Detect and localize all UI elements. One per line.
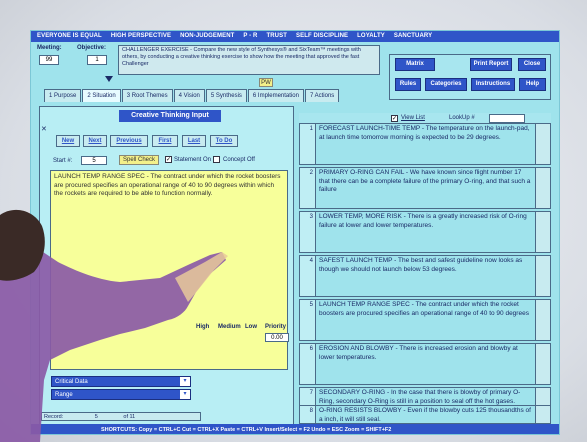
chevron-down-icon: ▾: [180, 390, 190, 399]
list-item-scrollbar[interactable]: [535, 300, 550, 340]
list-item-number: 2: [300, 168, 316, 208]
tab-synthesis[interactable]: 5 Synthesis: [205, 89, 247, 102]
statement-on-label: Statement On: [174, 157, 212, 163]
statement-checkbox[interactable]: ✓: [165, 156, 172, 163]
tab-purpose[interactable]: 1 Purpose: [44, 89, 82, 102]
pw-tag[interactable]: PW: [259, 78, 273, 87]
record-total: of 11: [123, 414, 136, 420]
record-navigator[interactable]: Record: 5 of 11: [41, 412, 201, 421]
creative-panel-title: Creative Thinking Input: [119, 110, 221, 122]
lookup-label: LookUp #: [449, 115, 475, 121]
list-item[interactable]: 3 LOWER TEMP, MORE RISK - There is a grea…: [299, 211, 551, 253]
value-item: NON-JUDGEMENT: [180, 33, 235, 39]
close-panel-icon[interactable]: ✕: [41, 125, 47, 133]
value-item: TRUST: [266, 33, 287, 39]
category-dropdown[interactable]: Critical Data ▾: [51, 376, 191, 387]
list-item[interactable]: 1 FORECAST LAUNCH-TIME TEMP - The tempera…: [299, 123, 551, 165]
concept-checkbox[interactable]: [213, 156, 220, 163]
list-item-number: 5: [300, 300, 316, 340]
instructions-button[interactable]: Instructions: [471, 78, 515, 91]
tab-situation[interactable]: 2 Situation: [82, 89, 121, 102]
new-button[interactable]: New: [56, 135, 80, 147]
rules-button[interactable]: Rules: [395, 78, 421, 91]
subcategory-dropdown-value: Range: [55, 392, 73, 398]
objective-number-field[interactable]: 1: [87, 55, 107, 65]
priority-value-field[interactable]: 0.00: [265, 333, 289, 342]
list-item[interactable]: 4 SAFEST LAUNCH TEMP - The best and safes…: [299, 255, 551, 297]
objective-label: Objective:: [77, 45, 107, 51]
list-item-scrollbar[interactable]: [535, 344, 550, 384]
matrix-button[interactable]: Matrix: [395, 58, 435, 71]
value-item: SANCTUARY: [393, 33, 433, 39]
close-button[interactable]: Close: [518, 58, 546, 71]
tab-actions[interactable]: 7 Actions: [304, 89, 340, 102]
statement-text: LAUNCH TEMP RANGE SPEC - The contract un…: [54, 173, 281, 197]
categories-button[interactable]: Categories: [425, 78, 467, 91]
list-item-text: O-RING RESISTS BLOWBY - Even if the blow…: [319, 407, 531, 423]
priority-label: Priority: [265, 324, 287, 330]
list-item-scrollbar[interactable]: [535, 406, 550, 423]
list-item-number: 6: [300, 344, 316, 384]
priority-medium-label: Medium: [218, 324, 241, 330]
start-number-field[interactable]: 5: [81, 156, 107, 165]
list-item-text: LAUNCH TEMP RANGE SPEC - The contract un…: [319, 301, 529, 317]
meeting-label: Meeting:: [37, 45, 62, 51]
view-list-label: View List: [401, 115, 425, 121]
list-item-scrollbar[interactable]: [535, 256, 550, 296]
tab-vision[interactable]: 4 Vision: [173, 89, 205, 102]
statement-text-area[interactable]: LAUNCH TEMP RANGE SPEC - The contract un…: [50, 170, 288, 370]
print-report-button[interactable]: Print Report: [470, 58, 512, 71]
record-number: 5: [94, 414, 98, 420]
list-item-scrollbar[interactable]: [535, 212, 550, 252]
value-item: LOYALTY: [357, 33, 385, 39]
list-item[interactable]: 5 LAUNCH TEMP RANGE SPEC - The contract u…: [299, 299, 551, 341]
shortcuts-bar: SHORTCUTS: Copy = CTRL+C Cut = CTRL+X Pa…: [31, 424, 559, 434]
list-item-number: 4: [300, 256, 316, 296]
view-list-checkbox[interactable]: ✓: [391, 115, 398, 122]
list-item-text: FORECAST LAUNCH-TIME TEMP - The temperat…: [319, 125, 530, 141]
values-bar: EVERYONE IS EQUAL HIGH PERSPECTIVE NON-J…: [31, 31, 559, 42]
value-item: HIGH PERSPECTIVE: [110, 33, 172, 39]
record-label: Record:: [44, 414, 64, 420]
chevron-down-icon: ▾: [180, 377, 190, 386]
tab-implementation[interactable]: 6 Implementation: [247, 89, 304, 102]
last-button[interactable]: Last: [182, 135, 206, 147]
start-label: Start #:: [53, 158, 73, 164]
lookup-dropdown[interactable]: [489, 114, 525, 123]
list-item-number: 8: [300, 406, 316, 423]
list-item-text: LOWER TEMP, MORE RISK - There is a great…: [319, 213, 527, 229]
value-item: P - R: [243, 33, 258, 39]
to-do-button[interactable]: To Do: [210, 135, 238, 147]
projected-app-window: EVERYONE IS EQUAL HIGH PERSPECTIVE NON-J…: [30, 30, 560, 435]
list-item[interactable]: 8 O-RING RESISTS BLOWBY - Even if the blo…: [299, 405, 551, 424]
spell-check-button[interactable]: Spell Check: [119, 155, 159, 165]
tab-root-themes[interactable]: 3 Root Themes: [121, 89, 173, 102]
meeting-number-field[interactable]: 99: [39, 55, 59, 65]
list-item-scrollbar[interactable]: [535, 168, 550, 208]
priority-high-label: High: [196, 324, 210, 330]
list-item-scrollbar[interactable]: [535, 124, 550, 164]
list-item[interactable]: 6 EROSION AND BLOWBY - There is increased…: [299, 343, 551, 385]
subcategory-dropdown[interactable]: Range ▾: [51, 389, 191, 400]
triangle-marker-icon: [105, 76, 113, 82]
priority-low-label: Low: [245, 324, 257, 330]
list-item-text: EROSION AND BLOWBY - There is increased …: [319, 345, 518, 361]
category-dropdown-value: Critical Data: [55, 379, 88, 385]
help-button[interactable]: Help: [519, 78, 546, 91]
concept-off-label: Concept Off: [223, 157, 255, 163]
list-item-number: 3: [300, 212, 316, 252]
first-button[interactable]: First: [152, 135, 178, 147]
phase-tabs: 1 Purpose 2 Situation 3 Root Themes 4 Vi…: [44, 89, 340, 102]
next-button[interactable]: Next: [83, 135, 107, 147]
list-item-number: 1: [300, 124, 316, 164]
objective-description[interactable]: CHALLENGER EXERCISE - Compare the new st…: [118, 45, 380, 75]
value-item: SELF DISCIPLINE: [295, 33, 349, 39]
list-item-text: SAFEST LAUNCH TEMP - The best and safest…: [319, 257, 523, 273]
list-item-text: PRIMARY O-RING CAN FAIL - We have known …: [319, 169, 531, 194]
previous-button[interactable]: Previous: [110, 135, 148, 147]
value-item: EVERYONE IS EQUAL: [37, 33, 102, 39]
list-item[interactable]: 2 PRIMARY O-RING CAN FAIL - We have known…: [299, 167, 551, 209]
